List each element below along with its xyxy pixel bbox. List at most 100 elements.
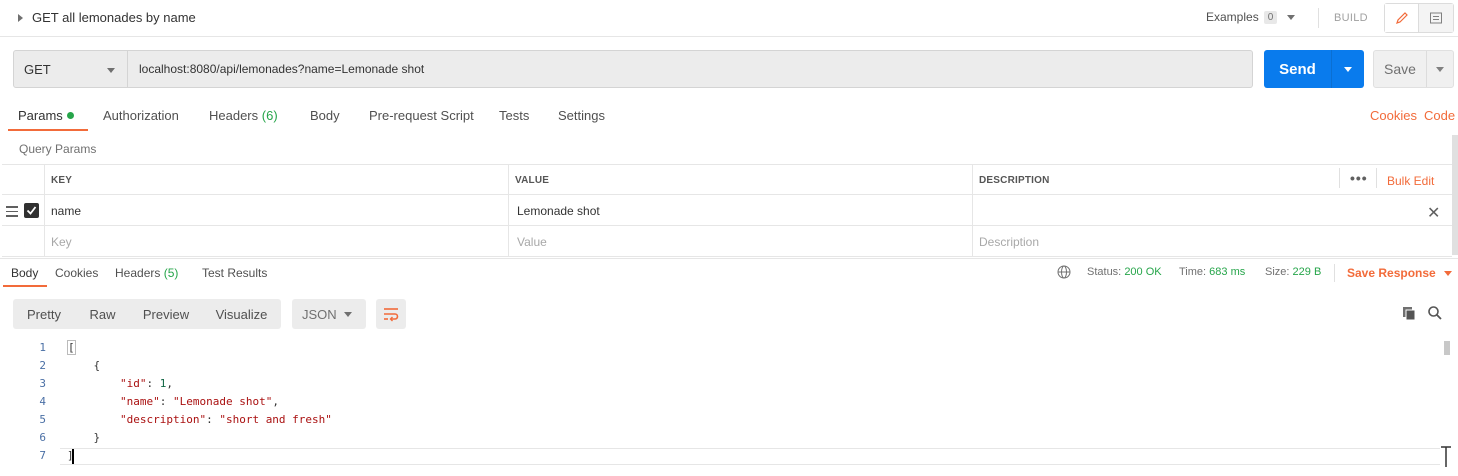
code-line: 4 "name": "Lemonade shot", [0, 393, 1440, 411]
tab-params[interactable]: Params [18, 108, 74, 123]
tab-headers[interactable]: Headers (6) [209, 108, 278, 123]
response-time: Time: 683 ms [1179, 266, 1245, 278]
send-button[interactable]: Send [1264, 50, 1331, 88]
view-visualize-button[interactable]: Visualize [202, 299, 281, 329]
scrollbar[interactable] [1452, 135, 1458, 255]
param-description-input[interactable] [972, 195, 1452, 226]
view-raw-button[interactable]: Raw [75, 299, 130, 329]
close-icon[interactable]: ✕ [1427, 203, 1440, 223]
text-cursor [72, 449, 74, 464]
tab-body[interactable]: Body [310, 108, 340, 123]
save-button-group: Save [1373, 50, 1454, 88]
more-options-icon[interactable]: ••• [1350, 170, 1368, 186]
tab-test-results[interactable]: Test Results [202, 266, 267, 280]
tab-pre-request-script[interactable]: Pre-request Script [369, 108, 474, 123]
divider [1318, 8, 1319, 28]
send-button-group: Send [1264, 50, 1364, 88]
format-label: JSON [302, 306, 337, 322]
code-line: 6 } [0, 429, 1440, 447]
new-description-input[interactable]: Description [972, 226, 1452, 257]
request-title[interactable]: GET all lemonades by name [18, 10, 196, 25]
caret-right-icon[interactable] [18, 13, 23, 22]
format-select[interactable]: JSON [292, 299, 366, 329]
search-icon[interactable] [1427, 305, 1443, 321]
table-row: name Lemonade shot [2, 195, 1452, 226]
chevron-down-icon [107, 68, 115, 73]
code-text: "name": "Lemonade shot", [119, 395, 279, 408]
tab-settings[interactable]: Settings [558, 108, 605, 123]
tab-response-cookies[interactable]: Cookies [55, 266, 98, 280]
query-params-title: Query Params [19, 142, 97, 156]
tab-response-headers[interactable]: Headers (5) [115, 266, 178, 280]
method-select[interactable]: GET [13, 50, 128, 88]
comment-icon [1430, 12, 1442, 24]
wrap-lines-button[interactable] [376, 299, 406, 329]
view-pretty-button[interactable]: Pretty [13, 299, 75, 329]
save-response-button[interactable]: Save Response [1347, 266, 1452, 280]
save-options-button[interactable] [1426, 51, 1453, 87]
tab-authorization[interactable]: Authorization [103, 108, 179, 123]
param-value-input[interactable]: Lemonade shot [508, 195, 972, 226]
divider [1334, 264, 1335, 282]
edit-button[interactable] [1385, 4, 1420, 32]
tab-params-label: Params [18, 108, 63, 123]
cookies-link[interactable]: Cookies [1370, 108, 1417, 123]
new-key-input[interactable]: Key [44, 226, 508, 257]
divider [1376, 168, 1377, 188]
request-header: GET all lemonades by name Examples 0 BUI… [0, 0, 1458, 37]
divider [1339, 168, 1340, 188]
json-name-value: Lemonade shot [179, 395, 266, 408]
check-icon [26, 206, 37, 215]
mode-toggle-group [1384, 3, 1454, 33]
url-input[interactable]: localhost:8080/api/lemonades?name=Lemona… [128, 50, 1253, 88]
save-button[interactable]: Save [1374, 51, 1426, 87]
line-number: 3 [39, 377, 46, 390]
url-text: localhost:8080/api/lemonades?name=Lemona… [139, 62, 425, 76]
table-header-row: KEY VALUE DESCRIPTION [2, 164, 1452, 196]
tab-tests[interactable]: Tests [499, 108, 529, 123]
tab-response-headers-label: Headers [115, 266, 161, 280]
method-label: GET [24, 61, 51, 77]
chevron-down-icon [1344, 66, 1352, 72]
text-cursor-icon [1441, 446, 1451, 467]
tab-headers-count: (6) [261, 108, 278, 123]
request-tabs: Params Authorization Headers (6) Body Pr… [0, 100, 1458, 132]
active-tab-indicator [8, 129, 88, 131]
drag-handle-icon[interactable] [6, 206, 18, 220]
globe-icon[interactable] [1057, 265, 1071, 279]
param-key-input[interactable]: name [44, 195, 508, 226]
view-preview-button[interactable]: Preview [130, 299, 202, 329]
request-title-label: GET all lemonades by name [32, 10, 196, 25]
new-value-input[interactable]: Value [508, 226, 972, 257]
line-number: 7 [39, 449, 46, 462]
tab-response-body[interactable]: Body [11, 266, 38, 280]
param-enabled-checkbox[interactable] [24, 203, 39, 218]
size-label: Size: [1265, 266, 1290, 278]
response-size: Size: 229 B [1265, 266, 1321, 278]
code-link[interactable]: Code [1424, 108, 1455, 123]
code-line: 1 [ [0, 339, 1440, 357]
pencil-icon [1395, 12, 1408, 24]
column-header-key: KEY [44, 165, 508, 196]
json-description-value: short and fresh [225, 413, 326, 426]
chevron-down-icon [344, 312, 352, 317]
line-number: 4 [39, 395, 46, 408]
send-options-button[interactable] [1331, 50, 1364, 88]
examples-count-badge: 0 [1263, 10, 1278, 24]
status-value: 200 OK [1124, 266, 1162, 278]
examples-dropdown[interactable]: Examples 0 [1206, 10, 1296, 24]
editor-scrollbar[interactable] [1444, 341, 1450, 355]
code-line: 2 { [0, 357, 1440, 375]
line-number: 2 [39, 359, 46, 372]
chevron-down-icon [1287, 14, 1296, 20]
column-header-description: DESCRIPTION [972, 165, 1452, 196]
build-mode-button[interactable]: BUILD [1334, 12, 1368, 24]
active-dot-icon [66, 112, 74, 120]
code-text: "description": "short and fresh" [119, 413, 332, 426]
wrap-lines-icon [384, 308, 399, 322]
response-body-editor[interactable]: 1 [ 2 { 3 "id": 1, 4 "name": "Lemonade s… [0, 338, 1458, 476]
comments-button[interactable] [1419, 4, 1453, 32]
line-number: 5 [39, 413, 46, 426]
bulk-edit-link[interactable]: Bulk Edit [1387, 174, 1434, 188]
copy-icon[interactable] [1401, 305, 1417, 321]
